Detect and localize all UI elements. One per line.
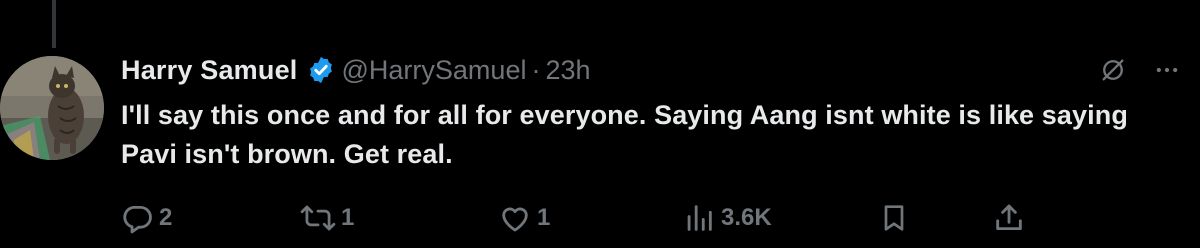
grok-icon[interactable] — [1099, 56, 1127, 89]
separator-dot: · — [531, 54, 541, 85]
reply-icon — [120, 201, 154, 235]
retweet-button[interactable]: 1 — [300, 196, 354, 240]
verified-badge-icon[interactable] — [306, 55, 336, 85]
heart-icon — [498, 201, 532, 235]
display-name[interactable]: Harry Samuel — [121, 55, 298, 86]
more-dots-icon[interactable] — [1153, 56, 1181, 89]
avatar[interactable] — [0, 56, 104, 160]
timestamp[interactable]: 23h — [545, 55, 590, 86]
retweet-icon — [300, 201, 336, 235]
share-button[interactable] — [992, 196, 1026, 240]
tweet-body: Harry Samuel @HarrySamuel · 23h I'll say — [121, 50, 1181, 174]
views-count: 3.6K — [721, 204, 772, 231]
like-button[interactable]: 1 — [498, 196, 550, 240]
thread-connector-line — [52, 0, 56, 48]
tweet-header: Harry Samuel @HarrySamuel · 23h — [121, 50, 1181, 90]
reply-button[interactable]: 2 — [120, 196, 172, 240]
tweet-text: I'll say this once and for all for every… — [121, 100, 1128, 169]
bookmark-button[interactable] — [878, 196, 910, 240]
bookmark-icon — [878, 201, 910, 235]
avatar-cat-image — [0, 56, 104, 160]
share-icon — [992, 201, 1026, 235]
retweet-count: 1 — [341, 204, 355, 231]
like-count: 1 — [537, 204, 551, 231]
views-button[interactable]: 3.6K — [682, 196, 772, 240]
header-actions — [1099, 56, 1181, 89]
tweet-actions-bar: 2 1 1 3.6K — [120, 196, 1040, 240]
views-bar-chart-icon — [682, 201, 716, 235]
user-handle[interactable]: @HarrySamuel — [342, 55, 527, 86]
reply-count: 2 — [159, 204, 173, 231]
